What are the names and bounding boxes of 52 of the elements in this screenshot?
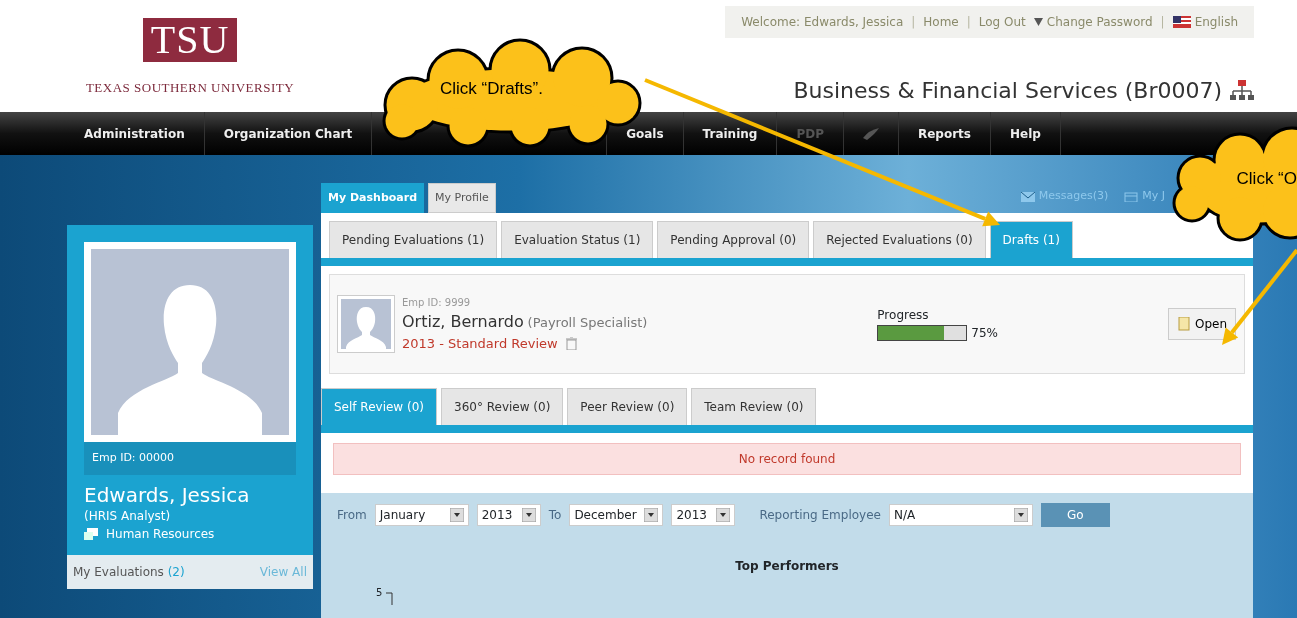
callout-text: Click “Drafts”. <box>440 78 543 100</box>
separator: | <box>966 14 971 31</box>
empty-message: No record found <box>333 443 1241 475</box>
review-link[interactable]: 2013 - Standard Review <box>402 333 558 354</box>
caret-icon <box>1033 18 1043 26</box>
separator: | <box>911 14 916 31</box>
document-icon <box>1176 317 1191 331</box>
review-tab[interactable]: Peer Review (0) <box>567 388 688 425</box>
profile-tab[interactable]: My Profile <box>428 182 496 213</box>
employee-role: (HRIS Analyst) <box>84 507 172 525</box>
dropdown-arrow-icon <box>716 508 731 522</box>
progress-reading: 75% <box>971 325 998 342</box>
org-chart-icon <box>1230 79 1254 102</box>
evaluation-tab[interactable]: Pending Evaluations (1) <box>329 221 498 258</box>
review-tab[interactable]: 360° Review (0) <box>441 388 564 425</box>
filter-label: To <box>548 507 562 524</box>
dropdown-arrow-icon <box>449 508 464 522</box>
mail-icon <box>1020 191 1035 202</box>
dropdown-arrow-icon <box>521 508 536 522</box>
employee-name: Ortiz, Bernardo (Payroll Specialist) <box>402 310 648 333</box>
employee-id: Emp ID: 00000 <box>84 442 296 475</box>
chart-title: Top Performers <box>734 558 840 575</box>
axis-tick-label: 5 <box>376 586 383 600</box>
page-title: Business & Financial Services (Br0007) <box>793 77 1222 105</box>
employee-name: Edwards, Jessica <box>84 482 251 507</box>
calendar-icon <box>1124 191 1139 202</box>
department-icon <box>84 527 98 540</box>
evaluation-tab[interactable]: Pending Approval (0) <box>657 221 810 258</box>
callout-text: Click “O <box>1236 168 1297 190</box>
dropdown-arrow-icon <box>1013 508 1028 522</box>
dropdown[interactable]: December <box>569 504 664 526</box>
dropdown[interactable]: N/A <box>888 504 1033 526</box>
avatar-icon <box>346 305 386 349</box>
dropdown-arrow-icon <box>644 508 659 522</box>
logo: TSU <box>142 18 238 62</box>
open-button[interactable]: Open <box>1167 308 1236 340</box>
review-tab[interactable]: Team Review (0) <box>691 388 817 425</box>
evaluation-tab[interactable]: Evaluation Status (1) <box>501 221 654 258</box>
dropdown[interactable]: 2013 <box>476 504 541 526</box>
evaluation-tab[interactable]: Rejected Evaluations (0) <box>813 221 986 258</box>
welcome-text: Welcome: Edwards, Jessica <box>741 14 904 31</box>
separator: | <box>1160 14 1165 31</box>
progress-label: Progress <box>877 307 930 324</box>
dropdown[interactable]: 2013 <box>671 504 736 526</box>
employee-id: Emp ID: 9999 <box>402 295 472 310</box>
filter-label: From <box>337 507 367 524</box>
evaluations-label: My Evaluations (2) <box>73 563 185 581</box>
dropdown[interactable]: January <box>374 504 469 526</box>
flag-icon <box>1172 16 1191 28</box>
filter-label: Reporting Employee <box>759 507 881 524</box>
trash-icon <box>565 337 577 350</box>
university-name: TEXAS SOUTHERN UNIVERSITY <box>85 79 295 97</box>
